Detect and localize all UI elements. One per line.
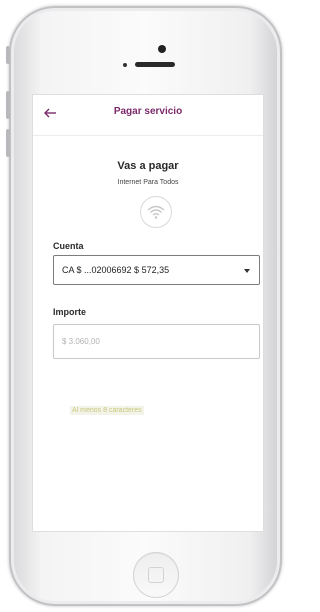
account-select[interactable]: CA $ ...02006692 $ 572,35 — [53, 255, 260, 285]
home-square-icon — [148, 567, 164, 583]
proximity-sensor — [123, 63, 127, 67]
amount-input[interactable]: $ 3.060,00 — [53, 324, 260, 359]
earpiece-speaker — [135, 62, 175, 67]
top-bar: Pagar servicio — [33, 95, 263, 136]
payment-heading: Vas a pagar — [117, 160, 179, 172]
account-select-value: CA $ ...02006692 $ 572,35 — [62, 265, 170, 275]
amount-placeholder: $ 3.060,00 — [62, 337, 100, 346]
service-name: Internet Para Todos — [117, 179, 179, 186]
wifi-icon — [147, 205, 165, 219]
volume-down-button — [6, 129, 10, 157]
service-logo — [140, 196, 172, 228]
hint-text: Al menos 8 caracteres — [70, 406, 144, 415]
mute-switch — [6, 46, 10, 64]
front-camera — [158, 45, 166, 53]
home-button[interactable] — [133, 552, 179, 598]
amount-label: Importe — [53, 307, 87, 317]
app-screen: Pagar servicio Vas a pagar Internet Para… — [33, 95, 263, 531]
page-title: Pagar servicio — [113, 106, 183, 117]
account-label: Cuenta — [53, 241, 84, 251]
chevron-down-icon — [244, 269, 250, 273]
volume-up-button — [6, 91, 10, 119]
